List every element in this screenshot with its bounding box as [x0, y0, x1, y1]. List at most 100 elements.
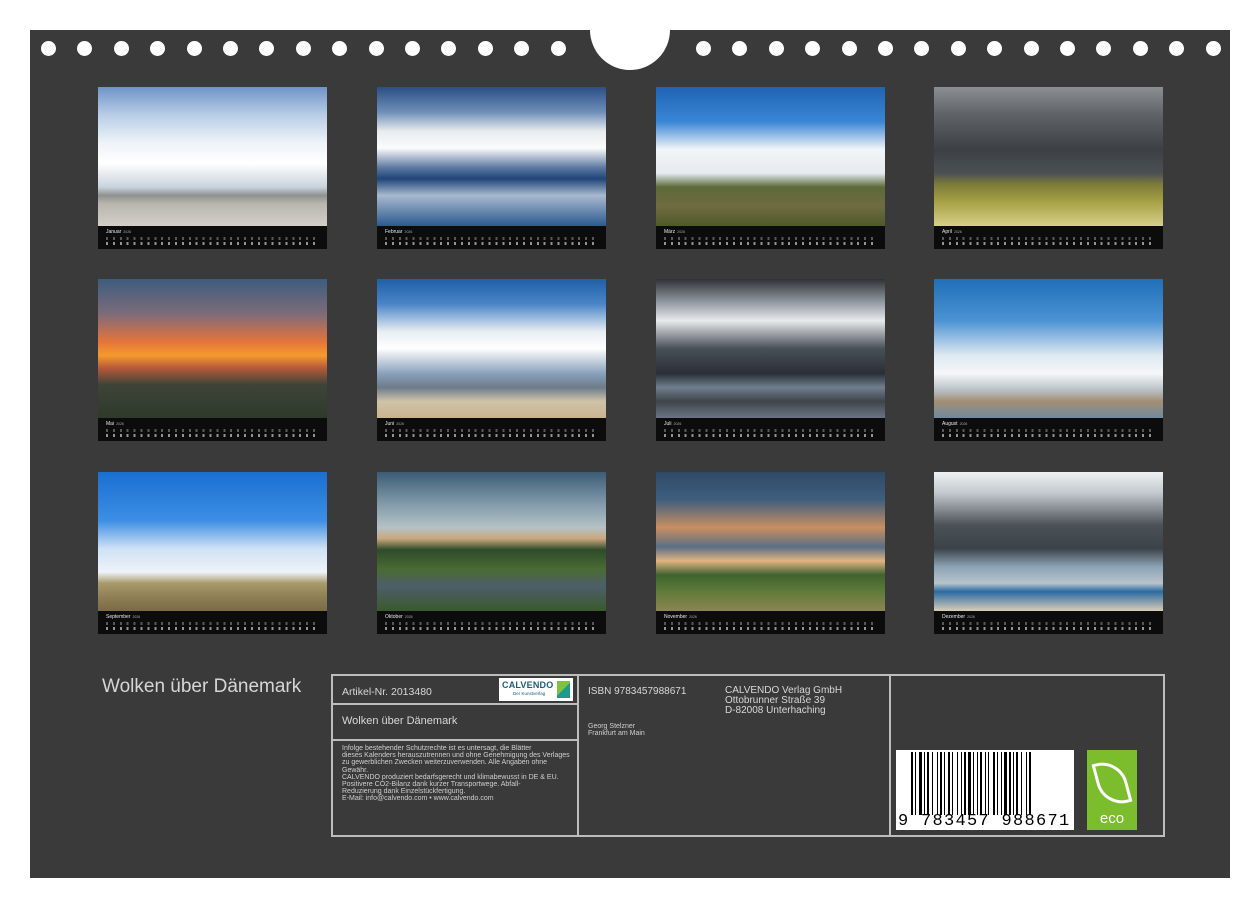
barcode-bars	[911, 752, 1071, 815]
binding-hole	[805, 41, 821, 56]
binding-hole	[259, 41, 275, 56]
month-photo	[377, 279, 606, 418]
barcode-bar	[968, 752, 971, 815]
month-photo	[934, 472, 1163, 611]
barcode-bar	[973, 752, 974, 815]
weekday-row	[106, 237, 320, 240]
barcode-bar	[940, 752, 942, 815]
weekday-row	[664, 237, 878, 240]
barcode-number: 9 783457 988671	[898, 812, 1071, 831]
binding-hole	[841, 41, 857, 56]
barcode-bar	[957, 752, 958, 815]
month-label: Januar	[106, 229, 122, 235]
month-strip: Oktober 2026	[377, 611, 606, 634]
month-photo	[656, 279, 885, 418]
day-numbers-row	[385, 242, 599, 245]
month-strip: Juni 2026	[377, 418, 606, 441]
month-strip: März 2026	[656, 226, 885, 249]
month-label: Februar	[385, 229, 403, 235]
month-strip: Mai 2026	[98, 418, 327, 441]
publisher-city: D-82008 Unterhaching	[725, 705, 826, 716]
binding-hole	[768, 41, 784, 56]
weekday-row	[385, 237, 599, 240]
divider	[333, 739, 579, 741]
month-photo	[377, 472, 606, 611]
day-numbers-row	[106, 434, 320, 437]
binding-hole	[41, 41, 56, 56]
weekday-row	[385, 622, 599, 625]
month-strip: November 2026	[656, 611, 885, 634]
month-card: Dezember 2026	[934, 472, 1163, 634]
barcode-bar	[927, 752, 929, 815]
binding-hole	[1132, 41, 1148, 56]
isbn: ISBN 9783457988671	[588, 686, 687, 697]
barcode-bar	[1021, 752, 1022, 815]
month-strip: August 2026	[934, 418, 1163, 441]
barcode-bar	[911, 752, 913, 815]
binding-hole	[113, 41, 129, 56]
day-numbers-row	[942, 434, 1156, 437]
article-number: Artikel-Nr. 2013480	[342, 686, 432, 698]
month-photo	[656, 472, 885, 611]
month-year: 2026	[959, 422, 968, 426]
month-year: 2026	[404, 615, 413, 619]
month-card: Juni 2026	[377, 279, 606, 441]
calendar-title: Wolken über Dänemark	[102, 676, 302, 697]
legal-line: CALVENDO produziert bedarfsgerecht und k…	[342, 773, 559, 781]
barcode-bar	[964, 752, 966, 815]
month-label: September	[106, 614, 131, 620]
month-photo	[934, 87, 1163, 226]
month-heading: April 2026	[942, 229, 962, 235]
month-label: April	[942, 229, 953, 235]
weekday-row	[385, 429, 599, 432]
calendar-back-cover: Januar 2026 Februar 2026 März 2026 April 2026 Ma…	[30, 0, 1230, 878]
month-strip: April 2026	[934, 226, 1163, 249]
binding-hole	[405, 41, 420, 56]
month-label: Mai	[106, 421, 115, 427]
month-year: 2026	[689, 615, 697, 619]
binding-hole	[987, 41, 1003, 56]
eco-badge: eco	[1087, 750, 1137, 830]
month-label: Oktober	[385, 614, 403, 620]
month-card: Januar 2026	[98, 87, 327, 249]
month-card: Februar 2026	[377, 87, 606, 249]
barcode-bar	[1001, 752, 1002, 815]
barcode-bar	[988, 752, 989, 815]
month-heading: August 2026	[942, 421, 967, 427]
month-heading: Dezember 2026	[942, 614, 975, 620]
barcode-bar	[919, 752, 922, 815]
barcode-bar	[924, 752, 925, 815]
day-numbers-row	[385, 434, 599, 437]
isbn-barcode: 9 783457 988671	[896, 750, 1074, 831]
month-year: 2026	[123, 230, 132, 234]
month-heading: November 2026	[664, 614, 697, 620]
binding-hole	[77, 41, 93, 56]
month-strip: Februar 2026	[377, 226, 606, 249]
month-heading: Januar 2026	[106, 229, 131, 235]
binding-hole	[514, 41, 530, 56]
weekday-row	[106, 429, 320, 432]
barcode-bar	[1013, 752, 1014, 815]
month-heading: September 2026	[106, 614, 140, 620]
binding-hole	[696, 41, 711, 56]
divider	[577, 676, 579, 835]
barcode-bar	[1026, 752, 1027, 815]
legal-line: Positivere CO2-Bilanz dank kurzer Transp…	[342, 781, 521, 789]
info-box: Artikel-Nr. 2013480 CALVENDO Der Kunstve…	[331, 674, 1165, 837]
weekday-row	[106, 622, 320, 625]
legal-line: Gewähr.	[342, 766, 369, 774]
weekday-row	[664, 429, 878, 432]
month-label: November	[664, 614, 688, 620]
month-label: Juni	[385, 421, 395, 427]
month-label: Juli	[664, 421, 672, 427]
weekday-row	[942, 429, 1156, 432]
month-year: 2026	[404, 230, 413, 234]
month-heading: Juli 2026	[664, 421, 681, 427]
month-heading: Juni 2026	[385, 421, 404, 427]
barcode-bar	[932, 752, 933, 815]
binding-hole	[477, 41, 493, 56]
barcode-bar	[937, 752, 938, 815]
divider	[333, 703, 579, 705]
month-card: April 2026	[934, 87, 1163, 249]
month-year: 2026	[677, 230, 685, 234]
